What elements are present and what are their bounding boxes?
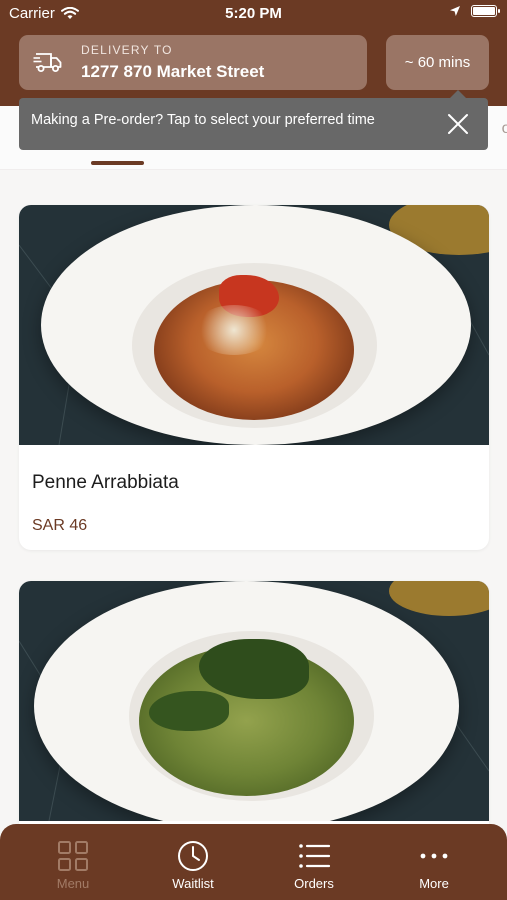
clock-icon — [178, 841, 208, 871]
nav-label-orders: Orders — [294, 876, 334, 891]
status-bar: Carrier 5:20 PM — [0, 0, 507, 28]
grid-icon — [58, 841, 88, 871]
nav-label-menu: Menu — [56, 876, 90, 891]
status-time: 5:20 PM — [225, 5, 282, 22]
pesto-fusilli-photo — [19, 581, 489, 821]
nav-label-more: More — [419, 876, 449, 891]
penne-arrabbiata-photo — [19, 205, 489, 445]
delivery-truck-icon — [33, 53, 62, 72]
delivery-address-button[interactable]: DELIVERY TO 1277 870 Market Street — [19, 35, 367, 90]
location-arrow-icon — [450, 6, 460, 16]
app-header: Carrier 5:20 PM DELIVERY TO 1277 870 Mar… — [0, 0, 507, 106]
bottom-navigation: Menu Waitlist Orders More — [0, 824, 507, 900]
menu-item-card[interactable] — [19, 581, 489, 841]
nav-item-waitlist[interactable]: Waitlist — [143, 824, 243, 900]
close-icon[interactable] — [446, 112, 470, 136]
menu-item-price: SAR 46 — [32, 517, 88, 534]
active-tab-indicator — [91, 161, 144, 165]
status-indicators — [449, 5, 500, 17]
more-icon — [420, 853, 448, 859]
nav-item-menu[interactable]: Menu — [23, 824, 123, 900]
battery-icon — [471, 5, 500, 17]
list-icon — [299, 844, 331, 868]
preorder-tooltip-text: Making a Pre-order? Tap to select your p… — [31, 112, 375, 128]
menu-item-card[interactable]: Penne Arrabbiata SAR 46 — [19, 205, 489, 550]
delivery-label: DELIVERY TO — [81, 43, 173, 57]
nav-label-waitlist: Waitlist — [172, 876, 214, 891]
preorder-tooltip[interactable]: Making a Pre-order? Tap to select your p… — [19, 90, 488, 150]
nav-item-orders[interactable]: Orders — [264, 824, 364, 900]
delivery-eta: ~ 60 mins — [404, 54, 471, 71]
nav-item-more[interactable]: More — [384, 824, 484, 900]
category-tab-partial[interactable]: of — [502, 120, 507, 138]
delivery-time-button[interactable]: ~ 60 mins — [386, 35, 489, 90]
delivery-address: 1277 870 Market Street — [81, 62, 265, 81]
menu-item-name: Penne Arrabbiata — [32, 472, 179, 493]
